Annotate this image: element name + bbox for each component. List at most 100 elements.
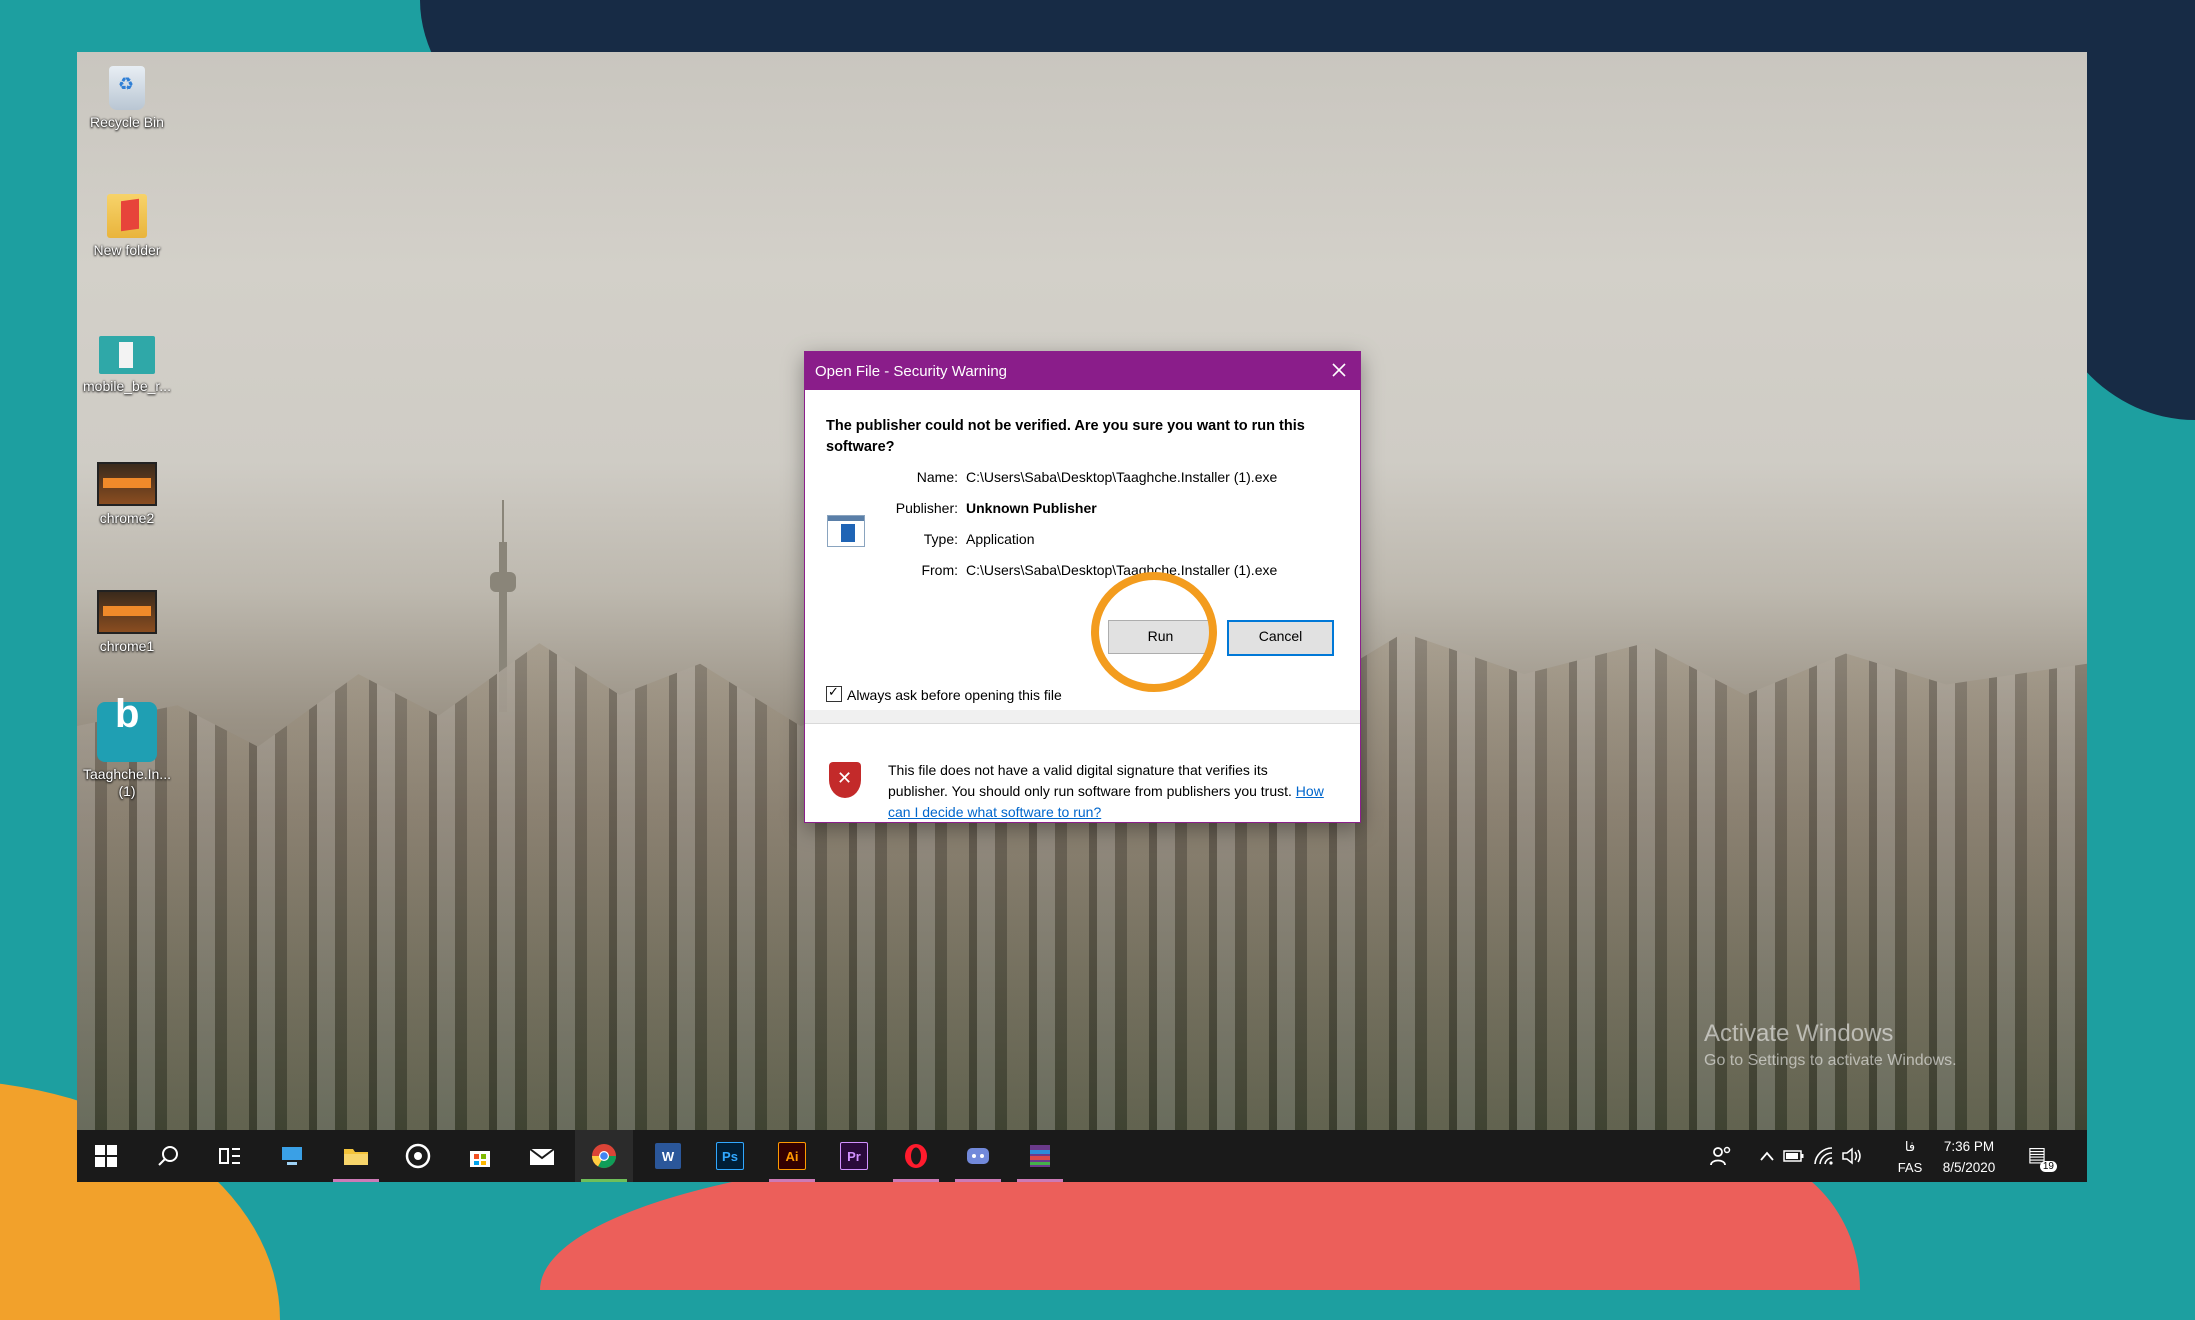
desktop-icon-recycle-bin[interactable]: Recycle Bin bbox=[77, 66, 177, 131]
running-indicator bbox=[333, 1179, 379, 1182]
tray-network[interactable] bbox=[1813, 1130, 1835, 1182]
field-name: Name: C:\Users\Saba\Desktop\Taaghche.Inst… bbox=[865, 469, 1355, 485]
taskbar-app-this-pc[interactable] bbox=[263, 1130, 321, 1182]
desktop-icon-label: New folder bbox=[93, 242, 161, 258]
field-type: Type: Application bbox=[865, 531, 1355, 547]
field-from: From: C:\Users\Saba\Desktop\Taaghche.Inst… bbox=[865, 562, 1355, 578]
taskbar-app-chrome[interactable] bbox=[575, 1130, 633, 1182]
language-code: FAS bbox=[1897, 1160, 1923, 1175]
desktop-icon-mobile[interactable]: mobile_be_r... bbox=[77, 336, 177, 395]
desktop-icon-new-folder[interactable]: New folder bbox=[77, 194, 177, 259]
running-indicator bbox=[1017, 1179, 1063, 1182]
desktop-icon-chrome2[interactable]: chrome2 bbox=[77, 462, 177, 527]
taskbar-app-illustrator[interactable]: Ai bbox=[763, 1130, 821, 1182]
search-button[interactable] bbox=[139, 1130, 197, 1182]
cancel-button[interactable]: Cancel bbox=[1227, 620, 1334, 656]
desktop-icon-label: mobile_be_r... bbox=[83, 378, 171, 394]
activate-windows-watermark: Activate Windows Go to Settings to activ… bbox=[1704, 1020, 1957, 1070]
desktop-icon-label: Taaghche.In... (1) bbox=[83, 766, 171, 799]
field-key: Publisher: bbox=[895, 500, 958, 516]
field-key: Name: bbox=[916, 469, 958, 485]
illustrator-icon: Ai bbox=[778, 1142, 806, 1170]
running-indicator bbox=[769, 1179, 815, 1182]
field-key: Type: bbox=[923, 531, 958, 547]
people-icon bbox=[1710, 1146, 1731, 1166]
desktop-icon-label: Recycle Bin bbox=[90, 114, 164, 130]
media-player-icon bbox=[405, 1143, 431, 1169]
security-warning-dialog: Open File - Security Warning The publish… bbox=[804, 351, 1361, 823]
tower-head bbox=[490, 572, 516, 592]
clock-date: 8/5/2020 bbox=[1942, 1160, 1996, 1175]
field-value: C:\Users\Saba\Desktop\Taaghche.Installer… bbox=[966, 562, 1278, 578]
input-language-indicator[interactable]: فا FAS bbox=[1895, 1136, 1925, 1178]
store-icon bbox=[470, 1151, 490, 1167]
highlight-ring bbox=[1091, 572, 1217, 692]
taskbar-app-mail[interactable] bbox=[513, 1130, 571, 1182]
volume-icon bbox=[1842, 1147, 1861, 1165]
publisher-question: The publisher could not be verified. Are… bbox=[826, 418, 1305, 455]
watermark-title: Activate Windows bbox=[1704, 1020, 1894, 1047]
running-indicator bbox=[955, 1179, 1001, 1182]
premiere-icon: Pr bbox=[840, 1142, 868, 1170]
checkbox-label: Always ask before opening this file bbox=[847, 687, 1062, 703]
field-value: Application bbox=[966, 531, 1035, 547]
tray-battery[interactable] bbox=[1783, 1130, 1805, 1182]
application-file-icon bbox=[827, 515, 865, 547]
close-icon bbox=[1332, 363, 1346, 377]
tray-volume[interactable] bbox=[1841, 1130, 1865, 1182]
chrome-icon bbox=[592, 1144, 616, 1169]
folder-icon bbox=[344, 1149, 368, 1165]
taskbar-app-store[interactable] bbox=[451, 1130, 509, 1182]
dialog-title: Open File - Security Warning bbox=[815, 363, 1008, 380]
running-indicator bbox=[893, 1179, 939, 1182]
field-key: From: bbox=[921, 562, 958, 578]
tray-show-hidden-icons[interactable] bbox=[1759, 1130, 1775, 1182]
close-button[interactable] bbox=[1324, 356, 1354, 386]
desktop-icon-label: chrome2 bbox=[99, 510, 155, 526]
security-shield-icon bbox=[829, 762, 861, 798]
field-value: Unknown Publisher bbox=[966, 500, 1097, 516]
language-script: فا bbox=[1904, 1139, 1916, 1154]
taskbar-app-media[interactable] bbox=[389, 1130, 447, 1182]
folder-icon bbox=[107, 194, 147, 238]
image-icon bbox=[99, 336, 155, 374]
field-publisher: Publisher: Unknown Publisher bbox=[865, 500, 1355, 516]
taskbar-app-word[interactable]: W bbox=[639, 1130, 697, 1182]
running-indicator bbox=[581, 1179, 627, 1182]
desktop-icon-taaghche[interactable]: Taaghche.In... (1) bbox=[77, 702, 177, 800]
action-center-button[interactable]: ▤ 19 bbox=[2023, 1142, 2057, 1172]
taskbar-app-opera[interactable] bbox=[887, 1130, 945, 1182]
taskbar-app-photoshop[interactable]: Ps bbox=[701, 1130, 759, 1182]
notification-count-badge: 19 bbox=[2039, 1161, 2057, 1172]
taskbar-clock[interactable]: 7:36 PM 8/5/2020 bbox=[1929, 1136, 2009, 1178]
chevron-up-icon bbox=[1760, 1151, 1774, 1161]
taskbar-app-winrar[interactable] bbox=[1011, 1130, 1069, 1182]
watermark-subtitle: Go to Settings to activate Windows. bbox=[1704, 1052, 1957, 1069]
tray-people-button[interactable] bbox=[1709, 1130, 1733, 1182]
dialog-body: The publisher could not be verified. Are… bbox=[805, 390, 1360, 710]
taskbar-app-discord[interactable] bbox=[949, 1130, 1007, 1182]
dialog-titlebar[interactable]: Open File - Security Warning bbox=[805, 352, 1360, 390]
taskbar-app-file-explorer[interactable] bbox=[327, 1130, 385, 1182]
taskbar-app-premiere[interactable]: Pr bbox=[825, 1130, 883, 1182]
discord-icon bbox=[967, 1148, 989, 1164]
winrar-icon bbox=[1030, 1145, 1050, 1167]
field-value: C:\Users\Saba\Desktop\Taaghche.Installer… bbox=[966, 469, 1278, 485]
start-button[interactable] bbox=[77, 1130, 135, 1182]
warning-text: This file does not have a valid digital … bbox=[888, 762, 1292, 799]
dialog-warning-section: This file does not have a valid digital … bbox=[805, 724, 1360, 822]
desktop-icon-chrome1[interactable]: chrome1 bbox=[77, 590, 177, 655]
taskbar: W Ps Ai Pr فا FAS 7:36 PM 8/5/2020 ▤ 19 bbox=[77, 1130, 2087, 1182]
always-ask-checkbox[interactable] bbox=[826, 684, 842, 702]
taaghche-app-icon bbox=[97, 702, 157, 762]
computer-icon bbox=[282, 1147, 302, 1165]
task-view-button[interactable] bbox=[201, 1130, 259, 1182]
recycle-bin-icon bbox=[109, 66, 145, 110]
desktop-icon-label: chrome1 bbox=[99, 638, 155, 654]
photoshop-icon: Ps bbox=[716, 1142, 744, 1170]
opera-icon bbox=[905, 1144, 927, 1168]
warning-text-block: This file does not have a valid digital … bbox=[888, 760, 1328, 823]
always-ask-checkbox-row[interactable]: Always ask before opening this file bbox=[826, 684, 1062, 703]
image-icon bbox=[97, 590, 157, 634]
word-icon: W bbox=[655, 1143, 681, 1169]
